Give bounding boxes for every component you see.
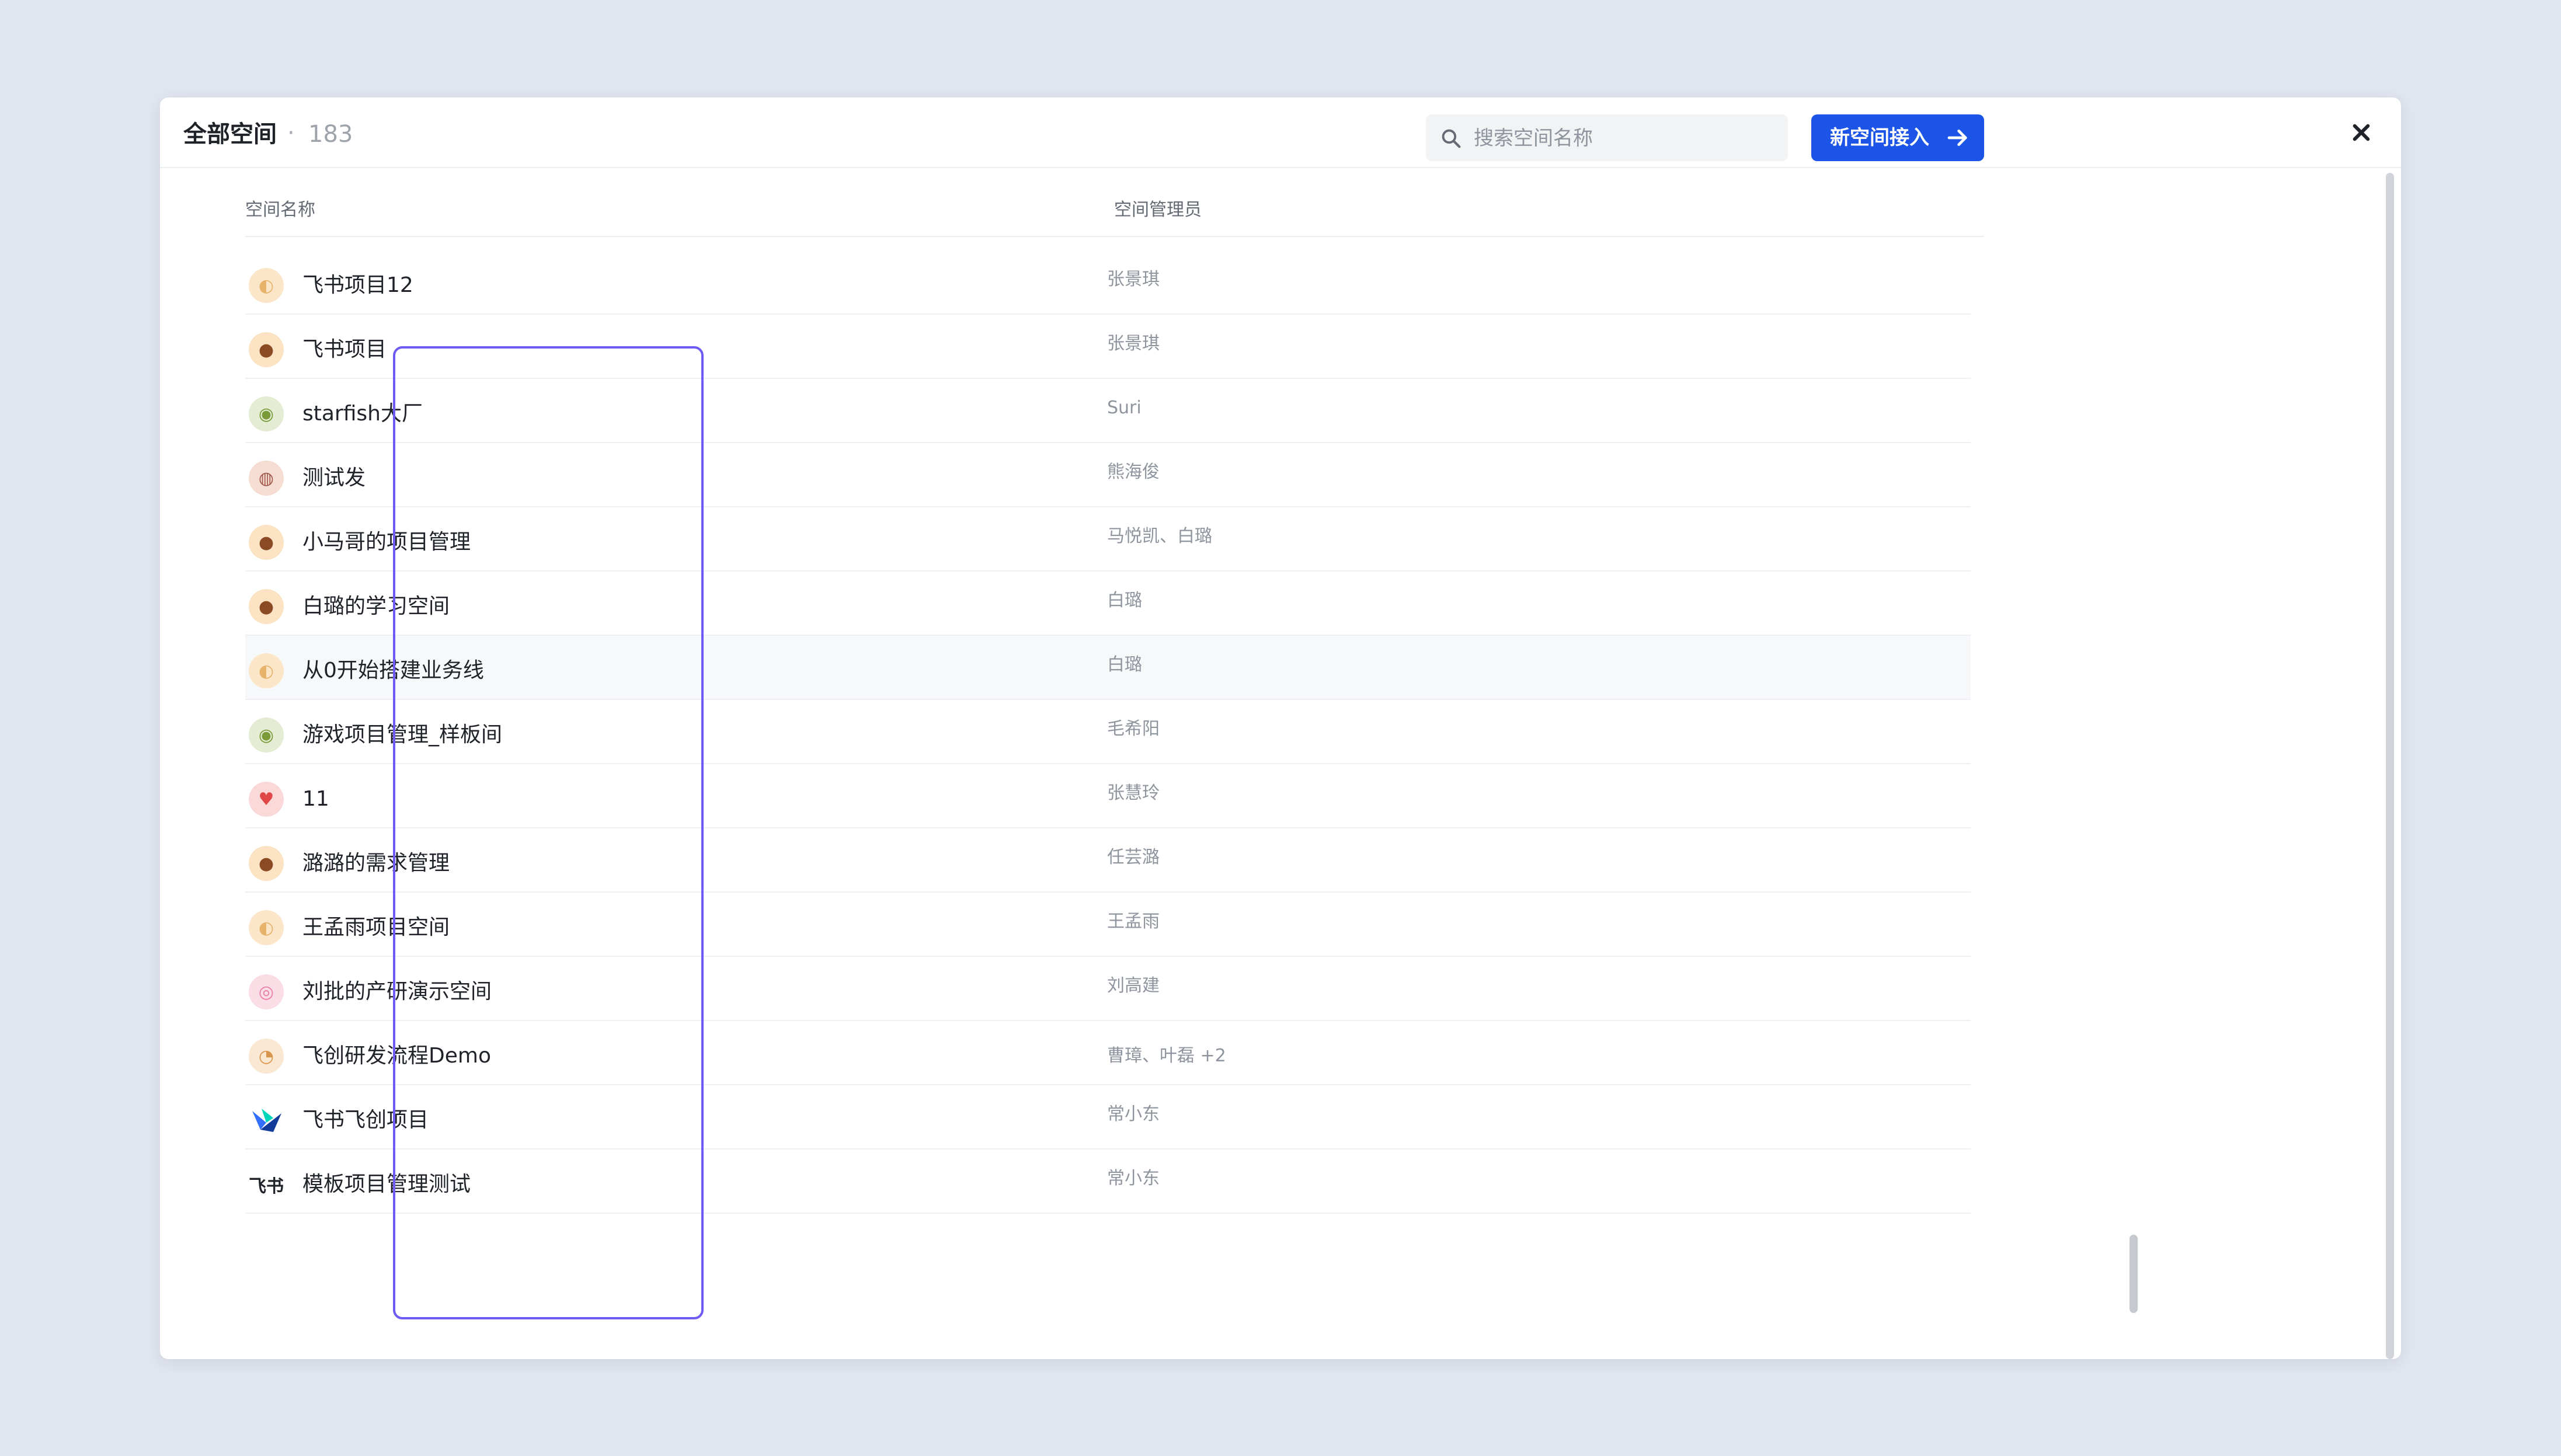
space-admin: 王孟雨 [1107, 911, 1160, 932]
new-space-button-label: 新空间接入 [1830, 126, 1929, 149]
search-box[interactable] [1426, 114, 1788, 161]
search-input[interactable] [1473, 120, 1779, 156]
space-name[interactable]: 11 [302, 785, 329, 813]
shell-icon: ◐ [249, 910, 284, 945]
space-name[interactable]: 飞书项目 [302, 336, 387, 364]
modal-scrollbar-thumb[interactable] [2386, 173, 2394, 1359]
feishu-logo-icon [249, 1103, 284, 1138]
table-row[interactable]: ◔ 飞创研发流程Demo 曹璋、叶磊 +2 [245, 1021, 1971, 1085]
space-name[interactable]: 潞潞的需求管理 [302, 849, 450, 877]
list-scrollbar-thumb[interactable] [2129, 1235, 2138, 1313]
space-admin: 任芸潞 [1107, 847, 1160, 868]
space-admin: 张景琪 [1107, 333, 1160, 354]
space-name[interactable]: 飞书飞创项目 [302, 1106, 429, 1134]
feishu-text-logo: 飞书 [249, 1167, 284, 1202]
table-row[interactable]: ● 白璐的学习空间 白璐 [245, 572, 1971, 636]
shell-icon: ◐ [249, 653, 284, 688]
table-row[interactable]: ◎ 刘批的产研演示空间 刘高建 [245, 957, 1971, 1021]
table-row[interactable]: ◐ 王孟雨项目空间 王孟雨 [245, 893, 1971, 957]
space-admin: 张慧玲 [1107, 783, 1160, 803]
space-name[interactable]: 从0开始搭建业务线 [302, 657, 484, 685]
space-admin: Suri [1107, 398, 1142, 418]
space-name[interactable]: starfish大厂 [302, 400, 423, 428]
shell-icon: ◐ [249, 268, 284, 303]
space-name[interactable]: 王孟雨项目空间 [302, 914, 450, 942]
space-name[interactable]: 测试发 [302, 464, 366, 492]
pudding-icon: ● [249, 525, 284, 560]
table-row[interactable]: ◉ starfish大厂 Suri [245, 379, 1971, 443]
table-row[interactable]: ● 潞潞的需求管理 任芸潞 [245, 828, 1971, 893]
modal-header: 全部空间 · 183 [160, 97, 2401, 168]
avocado-icon: ◉ [249, 396, 284, 431]
space-admin: 马悦凯、白璐 [1107, 526, 1212, 546]
space-name[interactable]: 模板项目管理测试 [302, 1171, 471, 1199]
table-row[interactable]: ◐ 飞书项目12 张景琪 [245, 250, 1971, 315]
column-header-space-admin: 空间管理员 [1114, 200, 1202, 220]
table-row[interactable]: 飞书飞创项目 常小东 [245, 1085, 1971, 1150]
drumstick-icon: ◔ [249, 1039, 284, 1074]
pudding-icon: ● [249, 589, 284, 624]
table-row[interactable]: ● 小马哥的项目管理 马悦凯、白璐 [245, 507, 1971, 572]
column-header-space-name: 空间名称 [245, 200, 315, 220]
space-admin: 熊海俊 [1107, 462, 1160, 482]
arrow-right-icon [1947, 130, 1967, 146]
avocado-icon: ◉ [249, 717, 284, 753]
donut-icon: ◎ [249, 974, 284, 1009]
close-icon[interactable] [2347, 119, 2375, 147]
space-admin: 毛希阳 [1107, 719, 1160, 739]
strawberry-icon: ♥ [249, 782, 284, 817]
space-admin: 常小东 [1107, 1104, 1160, 1124]
header-divider [245, 236, 1984, 237]
space-admin: 常小东 [1107, 1168, 1160, 1189]
search-icon [1442, 129, 1461, 148]
table-row[interactable]: ◍ 测试发 熊海俊 [245, 443, 1971, 507]
table-row[interactable]: ◐ 从0开始搭建业务线 白璐 [245, 636, 1971, 700]
table-row[interactable]: ♥ 11 张慧玲 [245, 764, 1971, 828]
space-count: 183 [308, 121, 353, 148]
new-space-button[interactable]: 新空间接入 [1811, 114, 1984, 161]
modal-title: 全部空间 [183, 121, 277, 148]
space-admin: 白璐 [1107, 654, 1142, 675]
table-row[interactable]: 飞书 模板项目管理测试 常小东 [245, 1150, 1971, 1214]
space-name[interactable]: 游戏项目管理_样板间 [302, 721, 502, 749]
pudding-icon: ● [249, 332, 284, 367]
space-admin: 白璐 [1107, 590, 1142, 611]
table-row[interactable]: ◉ 游戏项目管理_样板间 毛希阳 [245, 700, 1971, 764]
space-name[interactable]: 白璐的学习空间 [302, 593, 450, 621]
space-name[interactable]: 刘批的产研演示空间 [302, 978, 492, 1006]
space-name[interactable]: 飞书项目12 [302, 271, 413, 299]
space-admin: 张景琪 [1107, 269, 1160, 290]
space-admin: 曹璋、叶磊 +2 [1107, 1046, 1226, 1066]
space-name[interactable]: 小马哥的项目管理 [302, 528, 471, 556]
title-separator: · [287, 120, 295, 147]
space-admin: 刘高建 [1107, 976, 1160, 996]
space-name[interactable]: 飞创研发流程Demo [302, 1042, 491, 1070]
bean-icon: ◍ [249, 461, 284, 496]
table-row[interactable]: ● 飞书项目 张景琪 [245, 315, 1971, 379]
pudding-icon: ● [249, 846, 284, 881]
